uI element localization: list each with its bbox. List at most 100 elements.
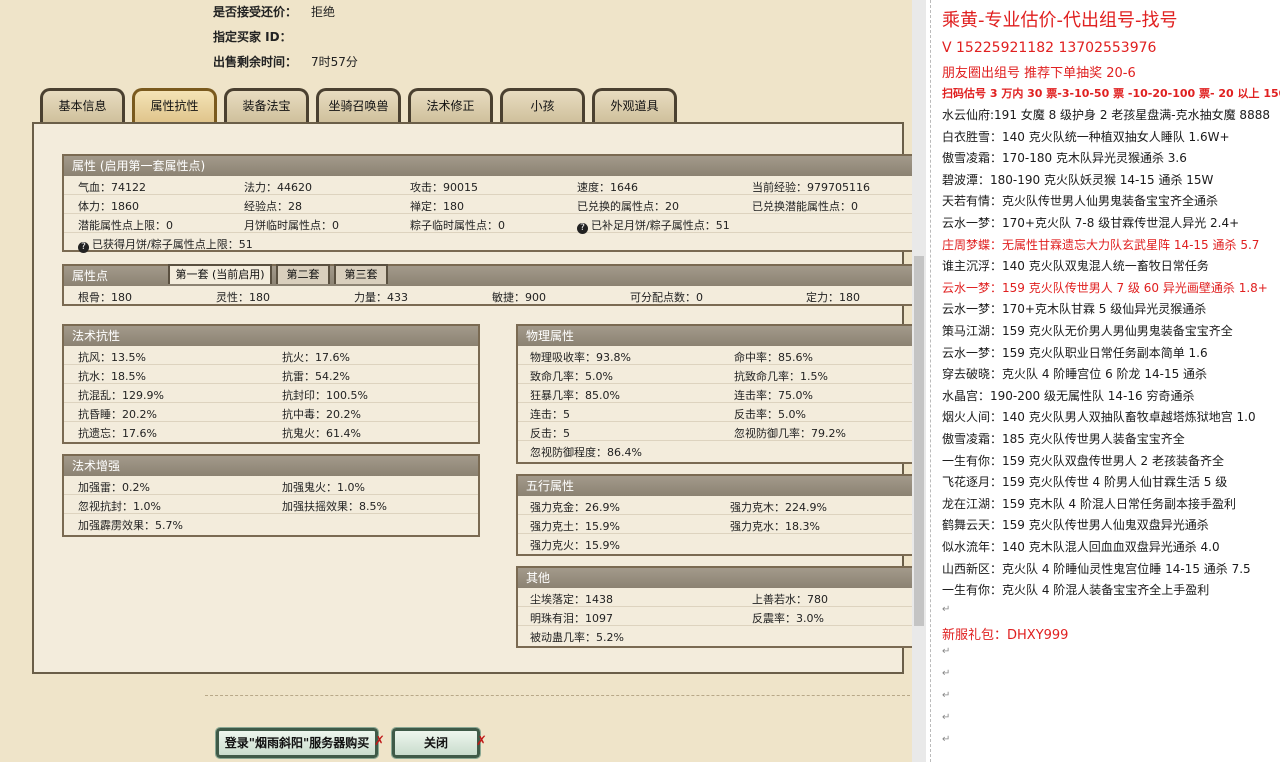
other-dust: 尘埃落定：1438 xyxy=(530,593,613,606)
sidebar-phone: V 15225921182 13702553976 xyxy=(942,40,1157,56)
sale-time-left: 出售剩余时间： 7时57分 xyxy=(213,53,358,70)
login-buy-button[interactable]: 登录"烟雨斜阳"服务器购买 xyxy=(215,727,379,759)
paragraph-mark: ↵ xyxy=(942,690,951,701)
game-window: 是否接受还价： 拒绝 指定买家 ID： 出售剩余时间： 7时57分 基本信息 属性抗… xyxy=(0,0,914,762)
list-item: 水晶宫：190-200 级无属性队 14-16 穷奇通杀 xyxy=(942,388,1195,403)
list-item: 傲雪凌霜：170-180 克木队异光灵猴通杀 3.6 xyxy=(942,151,1187,166)
table-row: 加强霹雳效果：5.7% xyxy=(64,514,478,533)
list-item: 傲雪凌霜：185 克火队传世男人装备宝宝齐全 xyxy=(942,432,1185,446)
subtab-set-2[interactable]: 第二套 xyxy=(276,264,330,284)
list-item: 似水流年：140 克木队混人回血血双盘异光通杀 4.0 xyxy=(942,540,1220,554)
attr-hp: 气血：74122 xyxy=(78,181,146,194)
resist-thunder: 抗雷：54.2% xyxy=(282,370,350,383)
tab-appearance[interactable]: 外观道具 xyxy=(592,88,677,122)
phys-combo-rate: 连击率：75.0% xyxy=(734,389,813,402)
pt-endurance: 定力：180 xyxy=(806,291,860,304)
phys-rage: 狂暴几率：85.0% xyxy=(530,389,620,402)
elem-metal: 强力克金：26.9% xyxy=(530,501,620,514)
list-item: 一生有你：克火队 4 阶混人装备宝宝齐全上手盈利 xyxy=(942,583,1210,598)
phys-ignore-def: 忽视防御程度：86.4% xyxy=(530,446,642,459)
scrollbar[interactable] xyxy=(912,0,926,762)
table-row: 连击：5 反击率：5.0% xyxy=(518,403,912,422)
table-row: 狂暴几率：85.0% 连击率：75.0% xyxy=(518,384,912,403)
phys-anti-crit: 抗致命几率：1.5% xyxy=(734,370,828,383)
resist-forget: 抗遗忘：17.6% xyxy=(78,427,157,440)
attributes-title: 属性 (启用第一套属性点) xyxy=(64,156,912,176)
physical-title: 物理属性 xyxy=(518,326,912,346)
table-row: 强力克金：26.9% 强力克木：224.9% xyxy=(518,496,912,515)
table-row: 物理吸收率：93.8% 命中率：85.6% xyxy=(518,346,912,365)
tab-spell-mod[interactable]: 法术修正 xyxy=(408,88,493,122)
promo-text-panel: 乘黄-专业估价-代出组号-找号 V 15225921182 1370255397… xyxy=(926,0,1280,762)
buyer-id-label: 指定买家 ID： xyxy=(213,30,292,44)
list-item: 策马江湖：159 克火队无价男人男仙男鬼装备宝宝齐全 xyxy=(942,324,1233,338)
paragraph-mark: ↵ xyxy=(942,604,951,615)
pt-unallocated: 可分配点数：0 xyxy=(630,291,703,304)
accept-counter-value: 拒绝 xyxy=(311,5,336,19)
list-item: 鹤舞云天：159 克火队传世男人仙鬼双盘异光通杀 xyxy=(942,518,1209,533)
tab-mounts-summons[interactable]: 坐骑召唤兽 xyxy=(316,88,401,122)
table-row: 抗水：18.5% 抗雷：54.2% xyxy=(64,365,478,384)
attr-row: 体力：1860 经验点：28 禅定：180 已兑换的属性点：20 已兑换潜能属性… xyxy=(64,195,912,214)
accept-counter-offer: 是否接受还价： 拒绝 xyxy=(213,3,335,20)
phys-crit: 致命几率：5.0% xyxy=(530,370,613,383)
table-row: 忽视抗封：1.0% 加强扶摇效果：8.5% xyxy=(64,495,478,514)
attributes-box: 属性 (启用第一套属性点) 气血：74122 法力：44620 攻击：90015… xyxy=(62,154,914,253)
close-x-icon: ✗ xyxy=(374,734,385,749)
list-item: 烟火人间：140 克火队男人双抽队畜牧卓越塔炼狱地宫 1.0 xyxy=(942,410,1256,425)
attr-points-header: 属性点 第一套 (当前启用) 第二套 第三套 xyxy=(64,264,912,286)
tab-attributes-resist[interactable]: 属性抗性 xyxy=(132,88,217,122)
resist-chaos: 抗混乱：129.9% xyxy=(78,389,164,402)
time-left-value: 7时57分 xyxy=(311,55,358,69)
phys-ignore-def-rate: 忽视防御几率：79.2% xyxy=(734,427,846,440)
help-icon[interactable]: ? xyxy=(78,242,89,253)
attr-obtained-cap: ? 已获得月饼/粽子属性点上限：51 xyxy=(78,236,253,253)
table-row: 忽视防御程度：86.4% xyxy=(518,441,912,460)
designated-buyer: 指定买家 ID： xyxy=(213,28,292,45)
resist-fire: 抗火：17.6% xyxy=(282,351,350,364)
attr-mp: 法力：44620 xyxy=(244,181,312,194)
table-row: 抗混乱：129.9% 抗封印：100.5% xyxy=(64,384,478,403)
boost-ignore-seal: 忽视抗封：1.0% xyxy=(78,500,161,513)
elem-wood: 强力克木：224.9% xyxy=(730,501,827,514)
sidebar-promo: 朋友圈出组号 推荐下单抽奖 20-6 xyxy=(942,66,1136,81)
attr-obtained-cap-label: 已获得月饼/粽子属性点上限：51 xyxy=(92,238,253,251)
subtab-set-1[interactable]: 第一套 (当前启用) xyxy=(168,264,272,284)
pt-agility: 敏捷：900 xyxy=(492,291,546,304)
phys-counter-rate: 反击率：5.0% xyxy=(734,408,806,421)
table-row: 抗风：13.5% 抗火：17.6% xyxy=(64,346,478,365)
time-left-label: 出售剩余时间： xyxy=(213,55,298,69)
table-row: 反击：5 忽视防御几率：79.2% xyxy=(518,422,912,441)
table-row: 加强雷：0.2% 加强鬼火：1.0% xyxy=(64,476,478,495)
resist-ghostfire: 抗鬼火：61.4% xyxy=(282,427,361,440)
list-item: 碧波潭：180-190 克火队妖灵猴 14-15 通杀 15W xyxy=(942,172,1214,187)
list-item: 水云仙府:191 女魔 8 级护身 2 老孩星盘满-克水抽女魔 8888 xyxy=(942,108,1270,122)
scrollbar-thumb[interactable] xyxy=(914,256,924,626)
attr-points-box: 属性点 第一套 (当前启用) 第二套 第三套 根骨：180 灵性：180 力量：… xyxy=(62,264,914,306)
table-row: 致命几率：5.0% 抗致命几率：1.5% xyxy=(518,365,912,384)
list-item: 庄周梦蝶：无属性甘霖遗忘大力队玄武星阵 14-15 通杀 5.7 xyxy=(942,237,1260,252)
resist-water: 抗水：18.5% xyxy=(78,370,146,383)
list-item: 云水一梦：170+克火队 7-8 级甘霖传世混人异光 2.4+ xyxy=(942,216,1240,230)
table-row: 尘埃落定：1438 上善若水：780 xyxy=(518,588,912,607)
tab-basic-info[interactable]: 基本信息 xyxy=(40,88,125,122)
list-item: 穿去破晓：克火队 4 阶睡宫位 6 阶龙 14-15 通杀 xyxy=(942,367,1208,382)
tab-child[interactable]: 小孩 xyxy=(500,88,585,122)
attr-filled-points-label: 已补足月饼/粽子属性点：51 xyxy=(591,219,730,232)
subtab-set-3[interactable]: 第三套 xyxy=(334,264,388,284)
spell-boost-title: 法术增强 xyxy=(64,456,478,476)
attr-meditation: 禅定：180 xyxy=(410,200,464,213)
close-button[interactable]: 关闭 xyxy=(391,727,481,759)
list-item: 一生有你：159 克火队双盘传世男人 2 老孩装备齐全 xyxy=(942,453,1224,468)
table-row: 强力克火：15.9% xyxy=(518,534,912,553)
attr-exp-points: 经验点：28 xyxy=(244,200,302,213)
boost-fuyao: 加强扶摇效果：8.5% xyxy=(282,500,387,513)
resist-seal: 抗封印：100.5% xyxy=(282,389,368,402)
elem-fire: 强力克火：15.9% xyxy=(530,539,620,552)
other-title: 其他 xyxy=(518,568,912,588)
five-elements-box: 五行属性 强力克金：26.9% 强力克木：224.9% 强力克土：15.9% 强力克… xyxy=(516,474,914,556)
divider xyxy=(205,695,910,696)
list-item: 白衣胜雪：140 克火队统一种植双抽女人睡队 1.6W+ xyxy=(942,129,1230,144)
pt-spirit: 灵性：180 xyxy=(216,291,270,304)
tab-equipment[interactable]: 装备法宝 xyxy=(224,88,309,122)
